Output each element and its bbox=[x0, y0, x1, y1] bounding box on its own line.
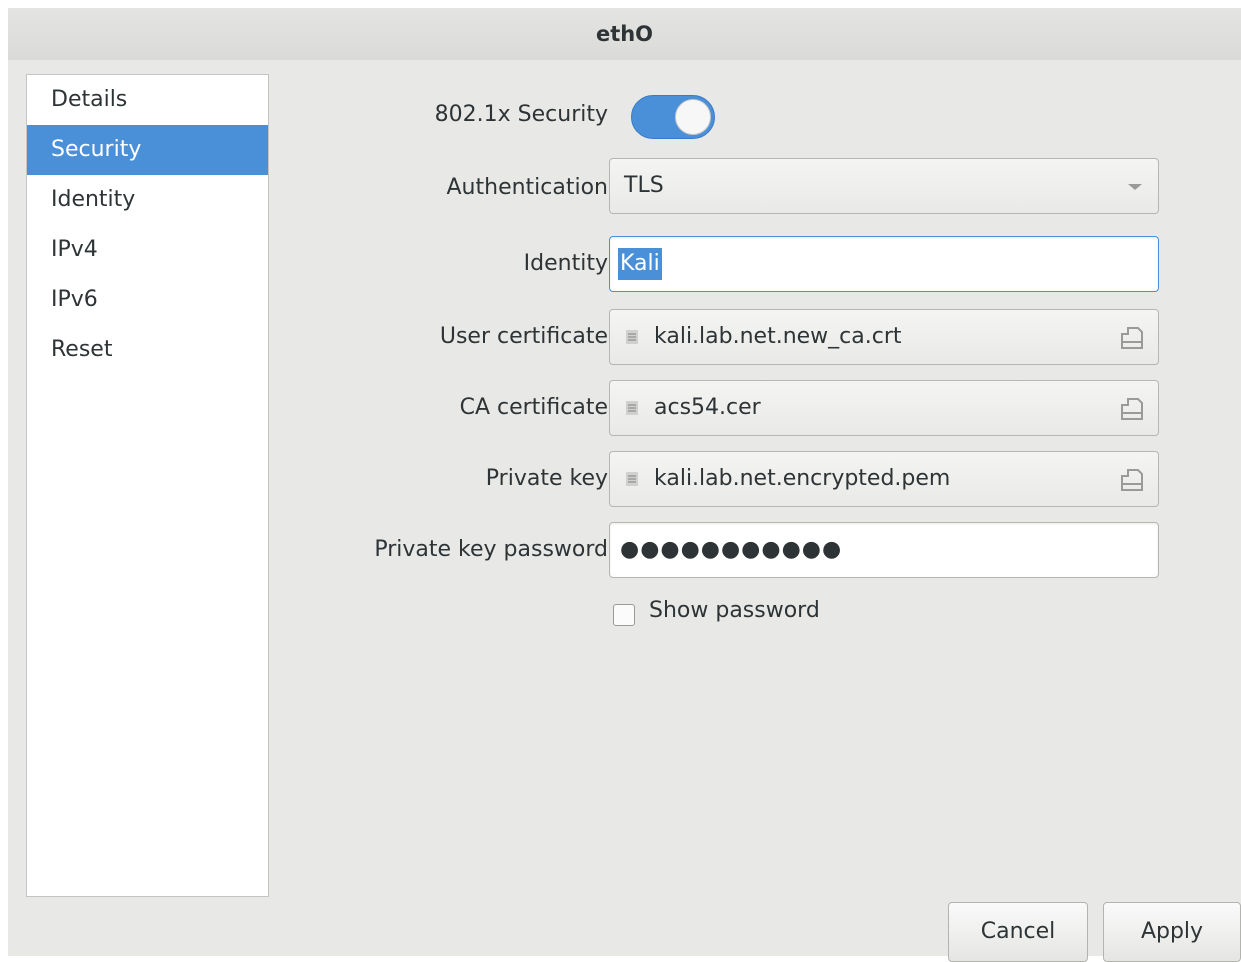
private-key-password-input[interactable]: ●●●●●●●●●●● bbox=[609, 522, 1159, 578]
folder-open-icon bbox=[1121, 469, 1143, 491]
document-icon bbox=[626, 472, 638, 486]
ca-certificate-value: acs54.cer bbox=[654, 395, 761, 420]
show-password-checkbox[interactable] bbox=[613, 604, 635, 626]
folder-open-icon bbox=[1121, 327, 1143, 349]
sidebar-item-ipv6[interactable]: IPv6 bbox=[27, 275, 268, 325]
toggle-knob bbox=[675, 99, 711, 135]
security-toggle-label: 802.1x Security bbox=[434, 102, 608, 127]
private-key-password-value: ●●●●●●●●●●● bbox=[620, 537, 843, 562]
chevron-down-icon bbox=[1128, 184, 1142, 190]
authentication-dropdown[interactable]: TLS bbox=[609, 158, 1159, 214]
sidebar-item-identity[interactable]: Identity bbox=[27, 175, 268, 225]
sidebar-item-ipv4[interactable]: IPv4 bbox=[27, 225, 268, 275]
ca-certificate-chooser[interactable]: acs54.cer bbox=[609, 380, 1159, 436]
private-key-label: Private key bbox=[485, 466, 608, 491]
authentication-label: Authentication bbox=[446, 175, 609, 200]
user-certificate-label: User certificate bbox=[439, 324, 608, 349]
ca-certificate-label: CA certificate bbox=[459, 395, 608, 420]
sidebar-item-security[interactable]: Security bbox=[27, 125, 268, 175]
show-password-label[interactable]: Show password bbox=[649, 598, 820, 623]
document-icon bbox=[626, 330, 638, 344]
private-key-value: kali.lab.net.encrypted.pem bbox=[654, 466, 951, 491]
connection-settings-window: ethO Details Security Identity IPv4 IPv6… bbox=[8, 8, 1241, 962]
apply-button[interactable]: Apply bbox=[1103, 902, 1241, 962]
identity-label: Identity bbox=[523, 251, 608, 276]
sidebar-item-details[interactable]: Details bbox=[27, 75, 268, 125]
identity-value: Kali bbox=[618, 248, 662, 280]
identity-input[interactable]: Kali bbox=[609, 236, 1159, 292]
user-certificate-chooser[interactable]: kali.lab.net.new_ca.crt bbox=[609, 309, 1159, 365]
window-title: ethO bbox=[8, 8, 1241, 60]
sidebar-item-reset[interactable]: Reset bbox=[27, 325, 268, 375]
document-icon bbox=[626, 401, 638, 415]
authentication-value: TLS bbox=[624, 173, 664, 198]
security-toggle-switch[interactable] bbox=[631, 95, 715, 139]
private-key-password-label: Private key password bbox=[374, 537, 608, 562]
cancel-button[interactable]: Cancel bbox=[948, 902, 1088, 962]
sidebar: Details Security Identity IPv4 IPv6 Rese… bbox=[26, 74, 269, 897]
private-key-chooser[interactable]: kali.lab.net.encrypted.pem bbox=[609, 451, 1159, 507]
folder-open-icon bbox=[1121, 398, 1143, 420]
user-certificate-value: kali.lab.net.new_ca.crt bbox=[654, 324, 902, 349]
